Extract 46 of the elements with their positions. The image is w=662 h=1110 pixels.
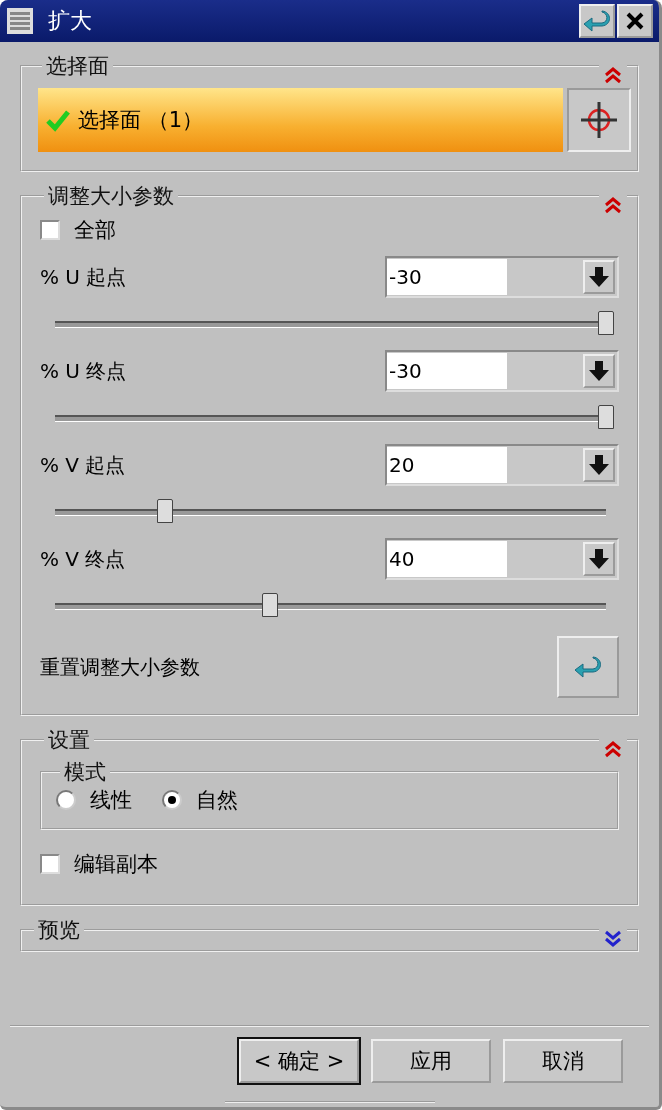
edit-copy-checkbox[interactable]: 编辑副本: [40, 850, 619, 878]
window-title: 扩大: [48, 7, 93, 35]
return-arrow-icon: [573, 655, 603, 679]
selection-item[interactable]: 选择面 （1）: [38, 88, 563, 152]
dropdown-button[interactable]: [583, 354, 615, 388]
return-arrow-icon: [582, 9, 612, 33]
reset-label: 重置调整大小参数: [40, 653, 200, 681]
close-button[interactable]: [617, 4, 653, 38]
down-arrow-icon: [588, 359, 610, 383]
radio-dot-icon: [168, 796, 176, 804]
parameter-label: % U 起点: [40, 263, 127, 291]
selection-label: 选择面 （1）: [78, 107, 204, 134]
section-title: 调整大小参数: [47, 183, 175, 210]
all-checkbox[interactable]: 全部: [40, 216, 619, 244]
number-field[interactable]: 20: [385, 444, 619, 486]
section-title: 选择面: [45, 53, 110, 80]
number-field[interactable]: 40: [385, 538, 619, 580]
dropdown-button[interactable]: [583, 260, 615, 294]
dialog-button[interactable]: 应用: [371, 1039, 491, 1083]
slider-thumb[interactable]: [157, 499, 174, 523]
radio-option[interactable]: 自然: [162, 786, 238, 814]
menu-icon[interactable]: [6, 7, 34, 35]
radio-option[interactable]: 线性: [56, 786, 132, 814]
slider-thumb[interactable]: [598, 405, 614, 429]
dialog-button[interactable]: 取消: [503, 1039, 623, 1083]
number-field[interactable]: -30: [385, 256, 619, 298]
down-arrow-icon: [588, 265, 610, 289]
number-field[interactable]: -30: [385, 350, 619, 392]
down-arrow-icon: [588, 547, 610, 571]
reset-button[interactable]: [557, 636, 619, 698]
section-title: 预览: [37, 917, 81, 944]
dropdown-button[interactable]: [583, 542, 615, 576]
close-icon: [625, 11, 645, 31]
reset-button[interactable]: [579, 4, 615, 38]
group-title: 模式: [63, 759, 107, 786]
parameter-label: % V 终点: [40, 545, 126, 573]
crosshair-button[interactable]: [567, 88, 631, 152]
dialog-button[interactable]: < 确定 >: [239, 1039, 359, 1083]
parameter-label: % V 起点: [40, 451, 126, 479]
down-arrow-icon: [588, 453, 610, 477]
slider-thumb[interactable]: [261, 593, 278, 617]
check-icon: [46, 108, 70, 132]
slider-thumb[interactable]: [598, 311, 614, 335]
parameter-label: % U 终点: [40, 357, 127, 385]
dropdown-button[interactable]: [583, 448, 615, 482]
section-title: 设置: [47, 727, 91, 754]
